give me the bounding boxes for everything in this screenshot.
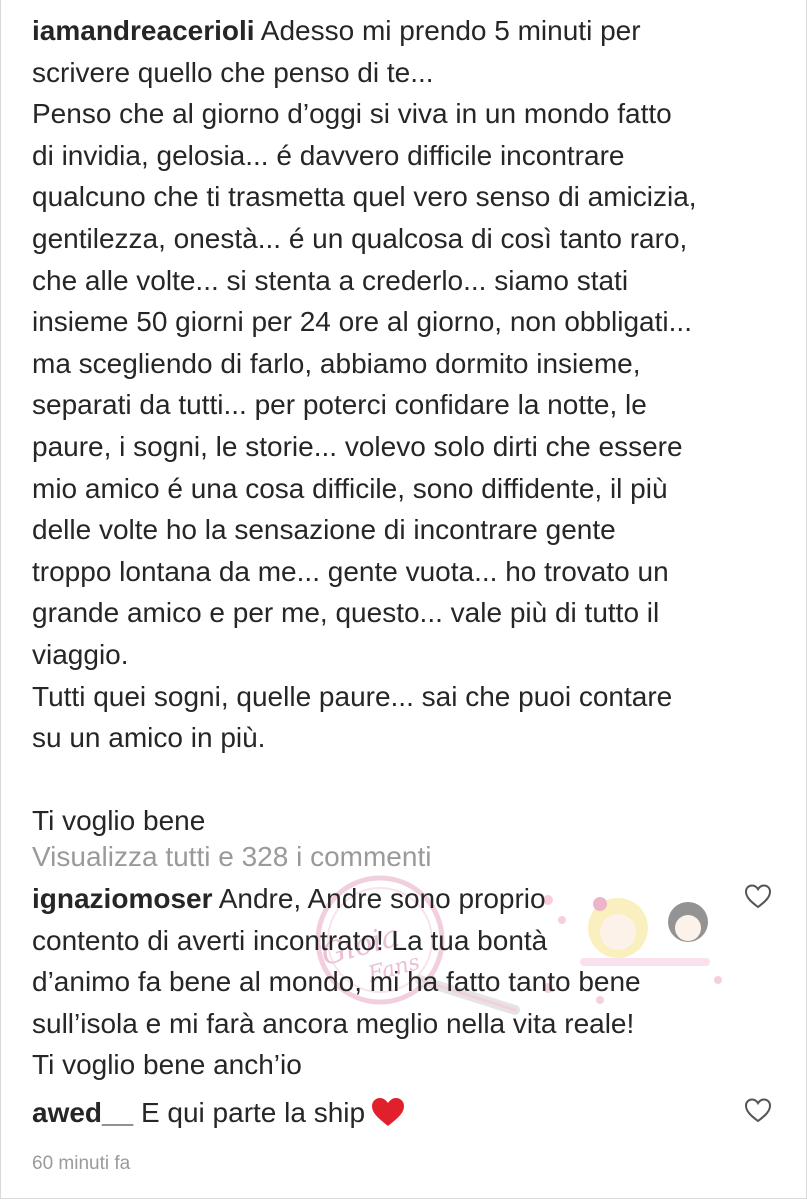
- caption-line: grande amico e per me, questo... vale pi…: [32, 597, 660, 629]
- like-comment-heart-icon[interactable]: [744, 883, 772, 909]
- post-author-username[interactable]: iamandreacerioli: [32, 15, 255, 46]
- comment-line: contento di averti incontrato! La tua bo…: [32, 924, 548, 956]
- caption-line: di invidia, gelosia... é davvero diffici…: [32, 139, 625, 171]
- comment-awed: awed__ E qui parte la ship: [32, 1092, 742, 1134]
- caption-line: iamandreacerioli Adesso mi prendo 5 minu…: [32, 15, 641, 46]
- red-heart-emoji-icon: [371, 1097, 405, 1127]
- caption-line: su un amico in più.: [32, 722, 266, 754]
- comment-line: awed__ E qui parte la ship: [32, 1092, 742, 1134]
- like-comment-heart-icon[interactable]: [744, 1097, 772, 1123]
- caption-line: Tutti quei sogni, quelle paure... sai ch…: [32, 680, 673, 712]
- caption-line: gentilezza, onestà... é un qualcosa di c…: [32, 222, 688, 254]
- post-timestamp: 60 minuti fa: [32, 1153, 131, 1174]
- caption-line: che alle volte... si stenta a crederlo..…: [32, 264, 629, 296]
- post-caption: iamandreacerioli Adesso mi prendo 5 minu…: [32, 10, 777, 842]
- caption-line: insieme 50 giorni per 24 ore al giorno, …: [32, 306, 692, 338]
- comment-line: ignaziomoser Andre, Andre sono proprio: [32, 883, 546, 914]
- comment-author-username[interactable]: awed__: [32, 1097, 133, 1128]
- caption-line: Penso che al giorno d’oggi si viva in un…: [32, 98, 672, 130]
- caption-line: ma scegliendo di farlo, abbiamo dormito …: [32, 347, 641, 379]
- caption-line: qualcuno che ti trasmetta quel vero sens…: [32, 181, 697, 213]
- comment-line: Ti voglio bene anch’io: [32, 1049, 302, 1081]
- caption-line: mio amico é una cosa difficile, sono dif…: [32, 472, 668, 504]
- caption-line: separati da tutti... per poterci confida…: [32, 389, 647, 421]
- caption-line: troppo lontana da me... gente vuota... h…: [32, 555, 669, 587]
- caption-closing: Ti voglio bene: [32, 805, 206, 837]
- comment-line: sull’isola e mi farà ancora meglio nella…: [32, 1007, 635, 1039]
- comment-ignaziomoser: ignaziomoser Andre, Andre sono proprio c…: [32, 878, 742, 1086]
- view-all-comments-link[interactable]: Visualizza tutti e 328 i commenti: [32, 839, 431, 875]
- caption-line: paure, i sogni, le storie... volevo solo…: [32, 430, 683, 462]
- caption-line: scrivere quello che penso di te...: [32, 56, 434, 88]
- comment-author-username[interactable]: ignaziomoser: [32, 883, 212, 914]
- caption-line: viaggio.: [32, 638, 129, 670]
- comment-line: d’animo fa bene al mondo, mi ha fatto ta…: [32, 966, 641, 998]
- caption-line: delle volte ho la sensazione di incontra…: [32, 514, 616, 546]
